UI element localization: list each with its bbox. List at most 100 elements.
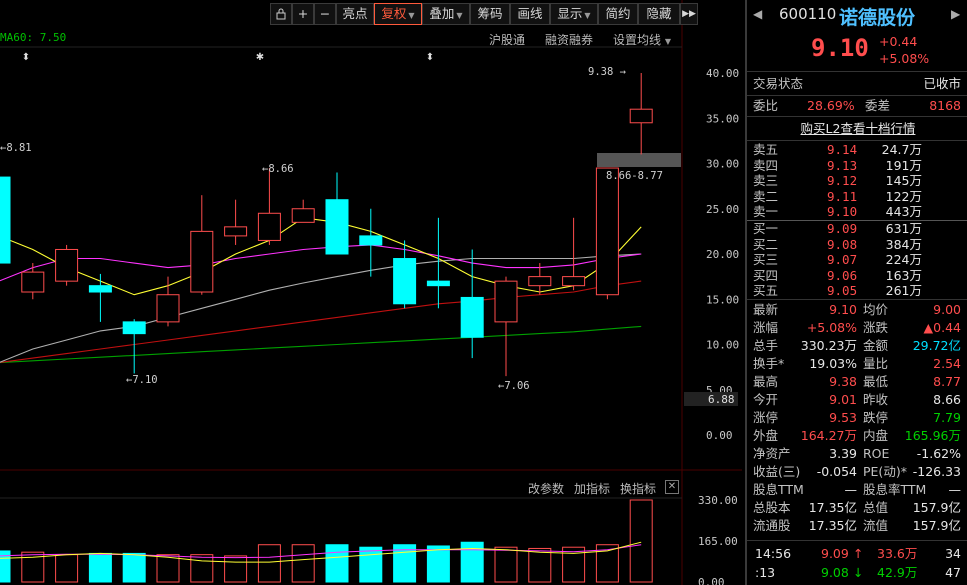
level-price: 9.06	[827, 267, 858, 283]
candle-body	[122, 321, 146, 335]
lock-button[interactable]	[270, 3, 292, 25]
level-volume: 384万	[885, 236, 922, 252]
stat-value: 9.10	[829, 302, 857, 317]
candle-body	[55, 248, 79, 282]
toolbar-label: 复权	[381, 6, 407, 21]
level-volume: 631万	[885, 221, 922, 236]
stat-row: 总股本 17.35亿 总值 157.9亿	[747, 499, 967, 517]
tick-count: 34	[945, 546, 961, 561]
indicator-links: 改参数 加指标 换指标	[528, 480, 656, 497]
event-marker-icon: ⬍	[22, 52, 30, 63]
stat-row: 最新 9.10 均价 9.00	[747, 301, 967, 319]
candle-body	[562, 276, 586, 287]
edit-params-link[interactable]: 改参数	[528, 480, 564, 497]
y-tick-label: 25.00	[706, 203, 739, 216]
stat-value: -0.054	[816, 464, 857, 479]
stat-row: 今开 9.01 昨收 8.66	[747, 391, 967, 409]
buy-level-row[interactable]: 买一 9.09 631万	[747, 221, 967, 237]
level-label: 买五	[753, 283, 779, 298]
volume-bar	[88, 552, 112, 583]
stock-code: 600110	[779, 5, 837, 23]
arrow-down-icon: ↓	[853, 565, 864, 580]
level-price: 9.13	[827, 157, 858, 173]
level-price: 9.07	[827, 252, 858, 267]
tick-volume: 42.9万	[877, 565, 918, 580]
zoom-in-button[interactable]: +	[292, 3, 314, 25]
stat-row: 最高 9.38 最低 8.77	[747, 373, 967, 391]
toolbar-btn-3[interactable]: 亮点	[336, 3, 374, 25]
stat-value: 157.9亿	[912, 500, 961, 515]
stat-label: 今开	[753, 392, 779, 407]
toolbar-btn-9[interactable]: 简约	[598, 3, 638, 25]
stat-value: 330.23万	[800, 338, 857, 353]
sell-level-row[interactable]: 卖三 9.12 145万	[747, 173, 967, 189]
stat-row: 换手* 19.03% 量比 2.54	[747, 355, 967, 373]
sell-level-row[interactable]: 卖四 9.13 191万	[747, 158, 967, 174]
level-label: 卖一	[753, 204, 779, 219]
level-price: 9.05	[827, 283, 858, 298]
level-price: 9.11	[827, 188, 858, 204]
volume-bar	[55, 554, 79, 583]
buy-level-row[interactable]: 买四 9.06 163万	[747, 268, 967, 284]
stat-value: 17.35亿	[808, 500, 857, 515]
toolbar-btn-6[interactable]: 筹码	[470, 3, 510, 25]
limit-zone-bar	[597, 153, 681, 167]
prev-stock-icon[interactable]: ◀	[753, 7, 762, 21]
level-volume: 443万	[885, 204, 922, 219]
stat-label: 外盘	[753, 428, 779, 443]
arrow-up-icon: ↑	[853, 546, 864, 561]
stat-label: 收益(三)	[753, 464, 801, 479]
volume-bar	[359, 546, 383, 583]
last-price: 9.10	[811, 34, 869, 62]
stat-value: 8.66	[933, 392, 961, 407]
toolbar-btn-10[interactable]: 隐藏	[638, 3, 680, 25]
level-volume: 163万	[885, 267, 922, 283]
close-indicator-icon[interactable]: ✕	[665, 480, 679, 494]
toolbar-btn-7[interactable]: 画线	[510, 3, 550, 25]
stat-value: 9.38	[829, 374, 857, 389]
stat-row: 股息TTM — 股息率TTM —	[747, 481, 967, 499]
toolbar-btn-4[interactable]: 复权 ▼	[374, 3, 422, 25]
stat-label: 总值	[863, 500, 889, 515]
tick-volume: 33.6万	[877, 546, 918, 561]
ma10-line	[0, 244, 642, 282]
buy-level-row[interactable]: 买三 9.07 224万	[747, 252, 967, 268]
add-indicator-link[interactable]: 加指标	[574, 480, 610, 497]
ma-settings-link[interactable]: 设置均线 ▼	[613, 31, 671, 48]
level-label: 买四	[753, 267, 779, 283]
buy-l2-link[interactable]: 购买L2查看十档行情	[801, 121, 916, 136]
y-tick-label: 15.00	[706, 293, 739, 306]
level-label: 卖五	[753, 142, 779, 157]
level-label: 买二	[753, 236, 779, 252]
stat-value: 2.54	[933, 356, 961, 371]
sell-level-row[interactable]: 卖一 9.10 443万	[747, 204, 967, 220]
sell-level-row[interactable]: 卖二 9.11 122万	[747, 189, 967, 205]
stat-label: ROE	[863, 446, 890, 461]
price-annotation: 9.38 →	[588, 66, 626, 78]
level-label: 买一	[753, 221, 779, 236]
hsgt-link[interactable]: 沪股通	[489, 31, 525, 48]
zoom-out-button[interactable]: −	[314, 3, 336, 25]
sell-level-row[interactable]: 卖五 9.14 24.7万	[747, 142, 967, 158]
margin-trading-link[interactable]: 融资融券	[545, 31, 593, 48]
y-tick-label: 35.00	[706, 112, 739, 125]
toolbar-more-button[interactable]: ▶▶	[680, 3, 698, 25]
toolbar-btn-8[interactable]: 显示 ▼	[550, 3, 598, 25]
candle-body	[156, 294, 180, 323]
kline-chart[interactable]: 40.0035.0030.0025.0020.0015.0010.005.000…	[0, 0, 742, 585]
volume-tick-label: 0.00	[698, 576, 725, 585]
ma60-label: MA60: 7.50	[0, 31, 67, 44]
switch-indicator-link[interactable]: 换指标	[620, 480, 656, 497]
chevron-down-icon: ▼	[408, 11, 415, 20]
volume-bar	[494, 546, 518, 583]
toolbar-btn-5[interactable]: 叠加 ▼	[422, 3, 470, 25]
next-stock-icon[interactable]: ▶	[951, 7, 960, 21]
stat-value: 29.72亿	[912, 338, 961, 353]
volume-bar	[122, 552, 146, 583]
volume-bar	[629, 499, 653, 583]
stat-label: 总手	[753, 338, 779, 353]
buy-level-row[interactable]: 买二 9.08 384万	[747, 237, 967, 253]
stat-label: 跌停	[863, 410, 889, 425]
buy-level-row[interactable]: 买五 9.05 261万	[747, 283, 967, 299]
stat-label: 最新	[753, 302, 779, 317]
